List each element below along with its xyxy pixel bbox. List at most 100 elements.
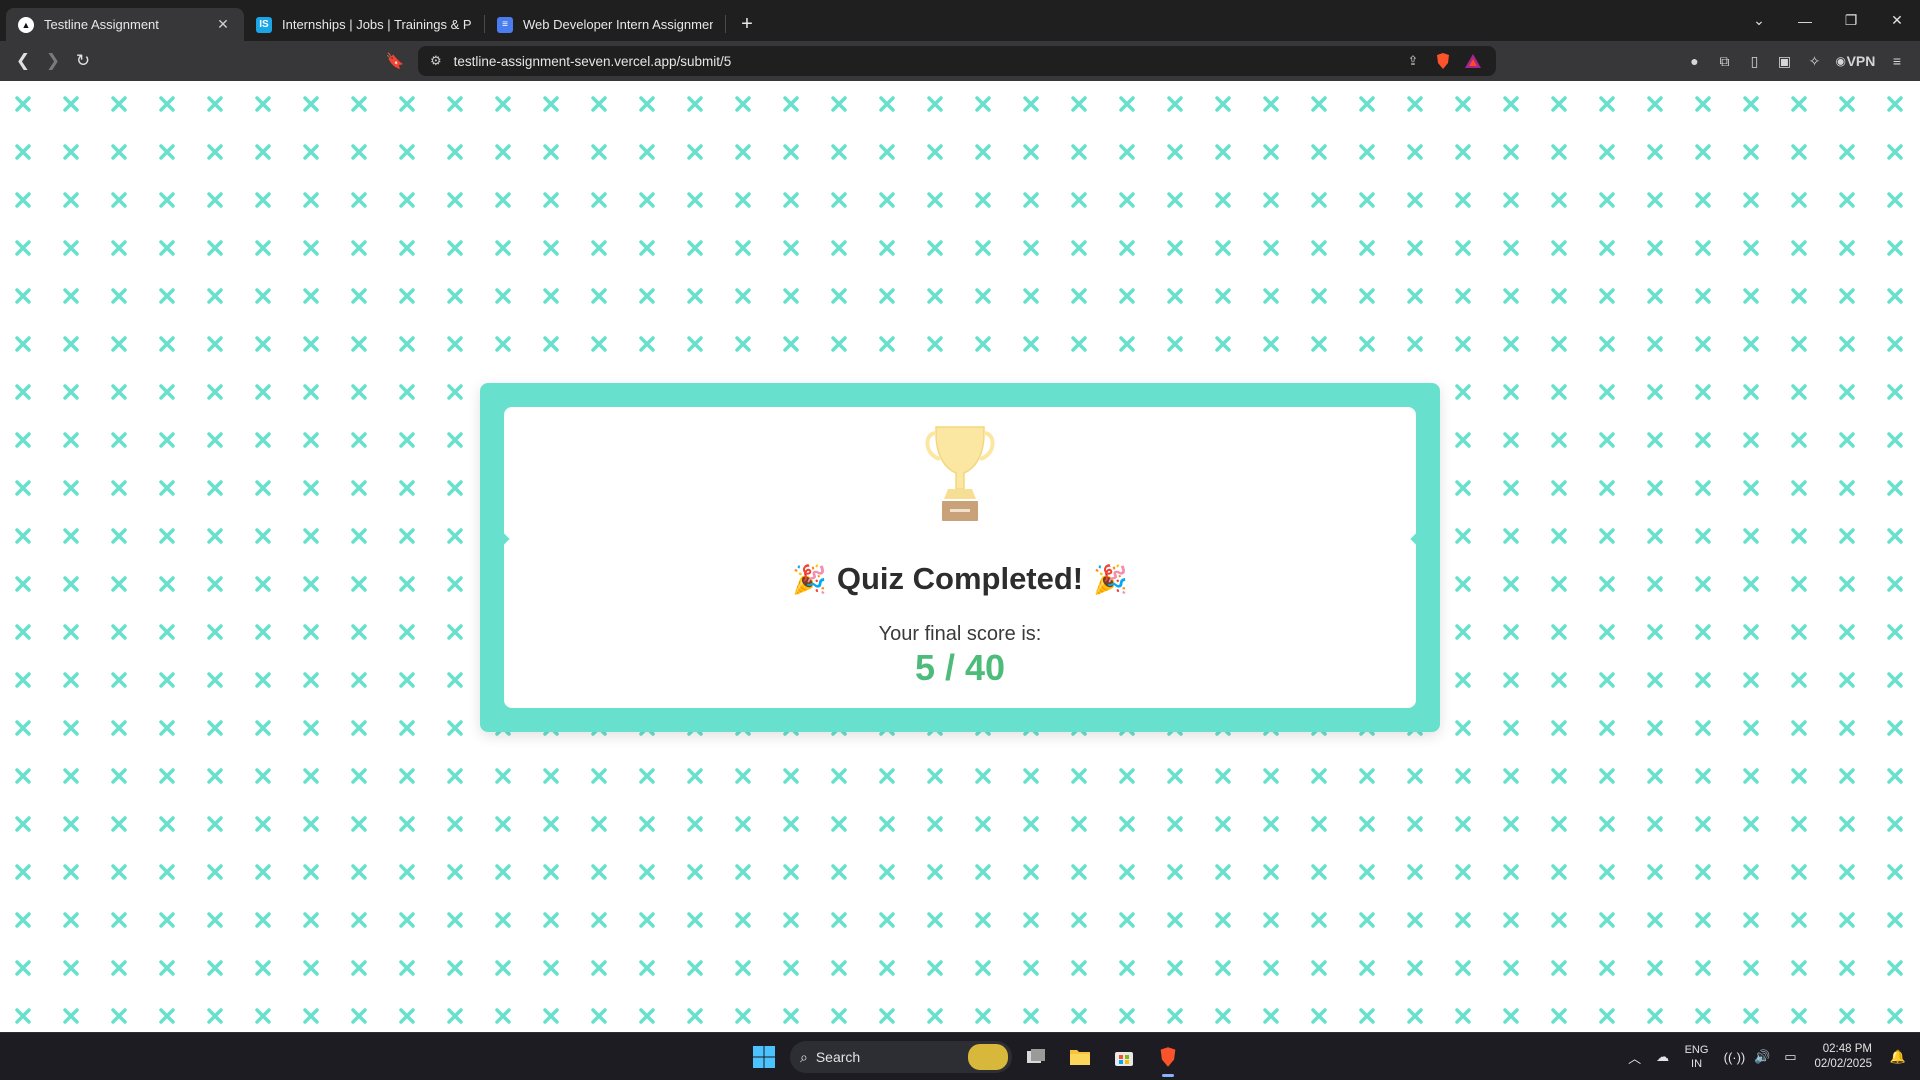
pattern-x-mark (1503, 144, 1519, 160)
volume-icon[interactable]: 🔊 (1750, 1049, 1774, 1065)
pattern-x-mark (351, 768, 367, 784)
pattern-x-mark (399, 768, 415, 784)
toolbar-right-actions: ● ⧉ ▯ ▣ ✧ ◉ VPN ≡ (1680, 46, 1912, 76)
pattern-x-mark (303, 480, 319, 496)
restore-icon[interactable]: ❐ (1828, 12, 1874, 29)
pattern-x-mark (783, 768, 799, 784)
pattern-x-mark (15, 816, 31, 832)
wallet-icon[interactable]: ▣ (1770, 46, 1800, 76)
pattern-x-mark (1119, 288, 1135, 304)
battery-icon[interactable]: ▭ (1778, 1049, 1802, 1065)
pattern-x-mark (1263, 144, 1279, 160)
share-icon[interactable]: ⇪ (1402, 50, 1424, 72)
pattern-x-mark (879, 960, 895, 976)
pattern-x-mark (1647, 336, 1663, 352)
pattern-x-mark (111, 624, 127, 640)
taskbar-search[interactable]: ⌕ Search (790, 1041, 1012, 1073)
tab-separator (725, 15, 726, 33)
forward-button[interactable]: ❯ (38, 46, 68, 76)
pattern-x-mark (1599, 192, 1615, 208)
pattern-x-mark (1503, 864, 1519, 880)
new-tab-button[interactable]: + (732, 8, 762, 41)
pattern-x-mark (447, 528, 463, 544)
chevron-up-icon[interactable]: ︿ (1623, 1048, 1647, 1067)
pattern-x-mark (1215, 1008, 1231, 1024)
close-tab-icon[interactable]: ✕ (214, 16, 232, 34)
language-indicator[interactable]: ENG IN (1685, 1043, 1709, 1071)
clock[interactable]: 02:48 PM 02/02/2025 (1814, 1042, 1872, 1072)
pattern-x-mark (1647, 480, 1663, 496)
pattern-x-mark (639, 192, 655, 208)
pattern-x-mark (111, 672, 127, 688)
microsoft-store-icon[interactable] (1104, 1037, 1144, 1077)
pattern-x-mark (1119, 768, 1135, 784)
pattern-x-mark (735, 1008, 751, 1024)
pattern-x-mark (1887, 768, 1903, 784)
pattern-x-mark (1695, 864, 1711, 880)
site-settings-icon[interactable]: ⚙ (430, 53, 442, 69)
pattern-x-mark (303, 384, 319, 400)
pattern-x-mark (975, 912, 991, 928)
pattern-x-mark (783, 144, 799, 160)
extension-icon[interactable]: ● (1680, 46, 1710, 76)
pattern-x-mark (831, 144, 847, 160)
reload-button[interactable]: ↻ (68, 46, 98, 76)
pattern-x-mark (1551, 720, 1567, 736)
onedrive-icon[interactable]: ☁ (1651, 1049, 1675, 1065)
pattern-x-mark (1695, 432, 1711, 448)
back-button[interactable]: ❮ (8, 46, 38, 76)
vpn-button[interactable]: ◉ VPN (1830, 46, 1882, 76)
pattern-x-mark (1263, 192, 1279, 208)
tab-search-chevron-icon[interactable]: ⌄ (1736, 12, 1782, 29)
pattern-x-mark (831, 336, 847, 352)
menu-icon[interactable]: ≡ (1882, 46, 1912, 76)
pattern-x-mark (1743, 144, 1759, 160)
pattern-x-mark (399, 576, 415, 592)
pattern-x-mark (1215, 960, 1231, 976)
pattern-x-mark (1695, 960, 1711, 976)
file-explorer-icon[interactable] (1060, 1037, 1100, 1077)
pattern-x-mark (591, 816, 607, 832)
pattern-x-mark (1359, 192, 1375, 208)
tab-testline-assignment[interactable]: ▲ Testline Assignment ✕ (6, 8, 244, 41)
bookmark-icon[interactable]: 🔖 (384, 49, 406, 73)
windows-start-icon[interactable] (744, 1037, 784, 1077)
close-window-icon[interactable]: ✕ (1874, 12, 1920, 29)
minimize-icon[interactable]: — (1782, 13, 1828, 29)
pattern-x-mark (1407, 288, 1423, 304)
extensions-puzzle-icon[interactable]: ⧉ (1710, 46, 1740, 76)
pattern-x-mark (1263, 864, 1279, 880)
leo-ai-icon[interactable]: ✧ (1800, 46, 1830, 76)
pattern-x-mark (1263, 288, 1279, 304)
pattern-x-mark (1599, 144, 1615, 160)
pattern-x-mark (15, 1008, 31, 1024)
pattern-x-mark (591, 240, 607, 256)
pattern-x-mark (1215, 192, 1231, 208)
pattern-x-mark (1599, 624, 1615, 640)
pattern-x-mark (1503, 576, 1519, 592)
brave-browser-icon[interactable] (1148, 1037, 1188, 1077)
pattern-x-mark (783, 96, 799, 112)
wifi-icon[interactable]: ((·)) (1722, 1050, 1746, 1065)
pattern-x-mark (1263, 336, 1279, 352)
brave-rewards-icon[interactable] (1462, 50, 1484, 72)
sidebar-icon[interactable]: ▯ (1740, 46, 1770, 76)
tab-internshala[interactable]: IS Internships | Jobs | Trainings & Plac… (244, 8, 484, 41)
pattern-x-mark (1551, 1008, 1567, 1024)
brave-shields-icon[interactable] (1432, 50, 1454, 72)
pattern-x-mark (735, 288, 751, 304)
pattern-x-mark (1071, 240, 1087, 256)
pattern-x-mark (399, 720, 415, 736)
pattern-x-mark (927, 912, 943, 928)
pattern-x-mark (1839, 672, 1855, 688)
address-bar[interactable]: ⚙ testline-assignment-seven.vercel.app/s… (418, 46, 1496, 76)
task-view-icon[interactable] (1016, 1037, 1056, 1077)
notification-bell-icon[interactable]: 🔔 (1886, 1049, 1910, 1065)
pattern-x-mark (63, 624, 79, 640)
pattern-x-mark (15, 192, 31, 208)
pattern-x-mark (1503, 912, 1519, 928)
url-text[interactable]: testline-assignment-seven.vercel.app/sub… (454, 54, 1394, 69)
pattern-x-mark (1119, 192, 1135, 208)
tab-web-developer-intern[interactable]: ≡ Web Developer Intern Assignment (485, 8, 725, 41)
pattern-x-mark (591, 768, 607, 784)
